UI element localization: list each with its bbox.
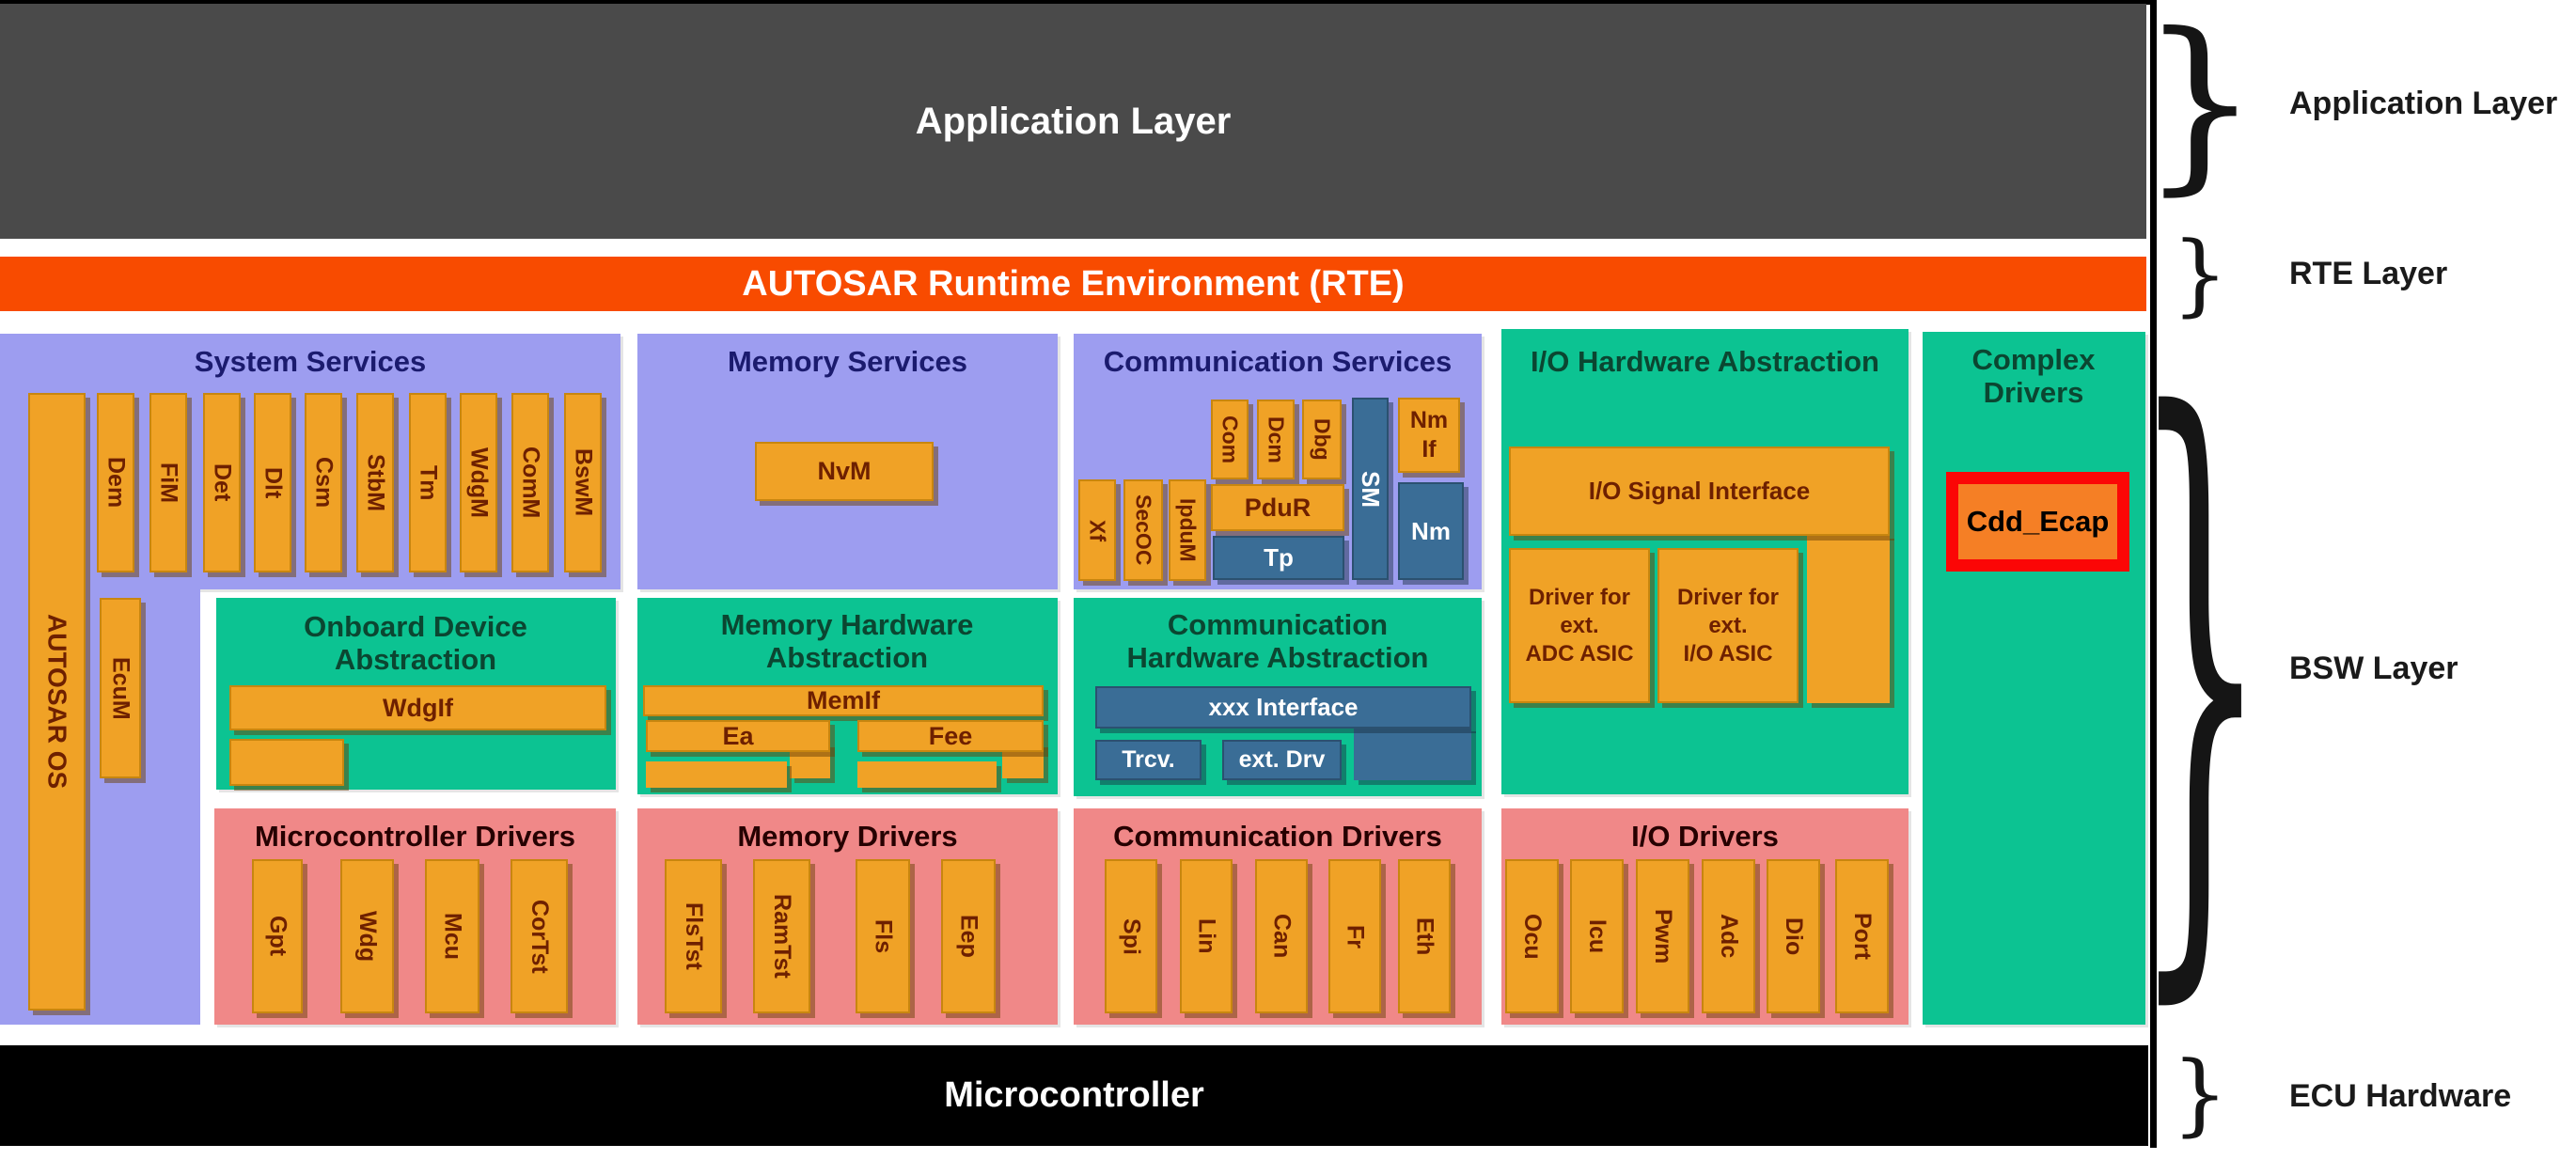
communication-drivers-title: Communication Drivers bbox=[1074, 821, 1482, 854]
module-secoc: SecOC bbox=[1123, 479, 1163, 581]
module-ea: Ea bbox=[646, 720, 830, 752]
module-pwm: Pwm bbox=[1636, 859, 1689, 1013]
module-fr: Fr bbox=[1328, 859, 1381, 1013]
module-nm-if: Nm If bbox=[1398, 398, 1460, 473]
microcontroller-drivers-title: Microcontroller Drivers bbox=[214, 821, 616, 854]
application-layer-bar: Application Layer bbox=[0, 4, 2146, 239]
microcontroller-bar: Microcontroller bbox=[0, 1045, 2148, 1146]
adc-asic-line3: ADC ASIC bbox=[1525, 640, 1633, 668]
adc-asic-line2: ext. bbox=[1560, 612, 1598, 640]
rte-layer-bar: AUTOSAR Runtime Environment (RTE) bbox=[0, 257, 2146, 311]
memory-drivers-title: Memory Drivers bbox=[637, 821, 1058, 854]
communication-hardware-abstraction-title: Communication Hardware Abstraction bbox=[1118, 609, 1437, 674]
module-fee: Fee bbox=[857, 720, 1044, 752]
module-ea-sub bbox=[646, 761, 787, 788]
io-drivers-title: I/O Drivers bbox=[1501, 821, 1908, 854]
onboard-device-abstraction-title: Onboard Device Abstraction bbox=[284, 611, 547, 676]
io-asic-line2: ext. bbox=[1708, 612, 1747, 640]
application-layer-brace: } bbox=[2162, 0, 2238, 207]
module-pdur: PduR bbox=[1211, 484, 1344, 531]
module-sm: SM bbox=[1352, 398, 1389, 580]
io-asic-line3: I/O ASIC bbox=[1683, 640, 1772, 668]
module-ipdum: IpduM bbox=[1169, 479, 1206, 581]
module-nm-if-line1: Nm bbox=[1410, 406, 1448, 435]
module-comm: ComM bbox=[511, 393, 549, 572]
module-nm: Nm bbox=[1398, 482, 1464, 580]
system-services-title: System Services bbox=[0, 346, 620, 379]
side-label-rte-layer: RTE Layer bbox=[2289, 256, 2447, 292]
bsw-layer-brace: } bbox=[2187, 302, 2213, 1039]
module-com: Com bbox=[1211, 400, 1249, 479]
complex-drivers-title: Complex Drivers bbox=[1958, 344, 2109, 409]
module-stbm: StbM bbox=[356, 393, 394, 572]
module-eep: Eep bbox=[941, 859, 996, 1013]
io-asic-line1: Driver for bbox=[1677, 584, 1779, 612]
memory-services-title: Memory Services bbox=[637, 346, 1058, 379]
module-flstst: FlsTst bbox=[665, 859, 722, 1013]
ecu-hardware-brace: } bbox=[2162, 1045, 2238, 1143]
module-cortst: CorTst bbox=[510, 859, 568, 1013]
application-layer-label: Application Layer bbox=[916, 101, 1232, 143]
module-dbg: Dbg bbox=[1302, 400, 1342, 479]
module-driver-ext-io-asic: Driver for ext. I/O ASIC bbox=[1657, 548, 1798, 703]
module-cdd-ecap-highlighted: Cdd_Ecap bbox=[1946, 472, 2129, 572]
module-ext-drv: ext. Drv bbox=[1222, 740, 1342, 780]
module-gpt: Gpt bbox=[252, 859, 303, 1013]
module-nm-if-line2: If bbox=[1422, 435, 1436, 464]
side-label-application-layer: Application Layer bbox=[2289, 86, 2557, 122]
module-io-signal-interface-leg bbox=[1807, 534, 1890, 703]
module-ocu: Ocu bbox=[1505, 859, 1559, 1013]
autosar-architecture-diagram: Application Layer AUTOSAR Runtime Enviro… bbox=[0, 0, 2576, 1160]
module-can: Can bbox=[1255, 859, 1308, 1013]
module-wdg: Wdg bbox=[340, 859, 394, 1013]
module-io-signal-interface: I/O Signal Interface bbox=[1509, 447, 1890, 536]
module-onboard-unlabeled bbox=[229, 739, 344, 786]
module-lin: Lin bbox=[1180, 859, 1233, 1013]
module-csm: Csm bbox=[305, 393, 342, 572]
module-bswm: BswM bbox=[564, 393, 602, 572]
module-xxx-interface: xxx Interface bbox=[1095, 686, 1471, 729]
module-ramtst: RamTst bbox=[753, 859, 810, 1013]
module-fls: Fls bbox=[856, 859, 910, 1013]
io-hardware-abstraction-title: I/O Hardware Abstraction bbox=[1501, 346, 1908, 379]
module-det: Det bbox=[203, 393, 241, 572]
module-nvm: NvM bbox=[755, 442, 934, 501]
module-icu: Icu bbox=[1570, 859, 1624, 1013]
rte-label: AUTOSAR Runtime Environment (RTE) bbox=[742, 264, 1404, 305]
module-memif: MemIf bbox=[643, 685, 1044, 716]
module-wdgif: WdgIf bbox=[229, 685, 606, 730]
module-xxx-interface-leg bbox=[1354, 727, 1471, 780]
module-xf: Xf bbox=[1078, 479, 1116, 581]
microcontroller-label: Microcontroller bbox=[944, 1075, 1204, 1116]
side-label-bsw-layer: BSW Layer bbox=[2289, 651, 2458, 687]
module-spi: Spi bbox=[1105, 859, 1157, 1013]
module-wdgm: WdgM bbox=[460, 393, 497, 572]
side-label-ecu-hardware: ECU Hardware bbox=[2289, 1078, 2511, 1115]
module-ecum: EcuM bbox=[100, 598, 141, 778]
module-fim: FiM bbox=[149, 393, 187, 572]
communication-services-title: Communication Services bbox=[1074, 346, 1482, 379]
module-mcu: Mcu bbox=[425, 859, 479, 1013]
module-dlt: Dlt bbox=[254, 393, 291, 572]
module-trcv: Trcv. bbox=[1095, 740, 1202, 780]
module-fee-sub bbox=[857, 761, 997, 788]
memory-hardware-abstraction-title: Memory Hardware Abstraction bbox=[715, 609, 979, 674]
module-tp: Tp bbox=[1213, 536, 1344, 580]
module-eth: Eth bbox=[1398, 859, 1451, 1013]
module-port: Port bbox=[1835, 859, 1889, 1013]
module-dcm: Dcm bbox=[1257, 400, 1295, 479]
adc-asic-line1: Driver for bbox=[1529, 584, 1630, 612]
module-dio: Dio bbox=[1767, 859, 1820, 1013]
complex-drivers-panel bbox=[1923, 332, 2145, 1025]
module-tm: Tm bbox=[409, 393, 447, 572]
module-adc: Adc bbox=[1702, 859, 1755, 1013]
module-driver-ext-adc-asic: Driver for ext. ADC ASIC bbox=[1509, 548, 1650, 703]
module-autosar-os: AUTOSAR OS bbox=[28, 393, 86, 1011]
module-dem: Dem bbox=[97, 393, 134, 572]
